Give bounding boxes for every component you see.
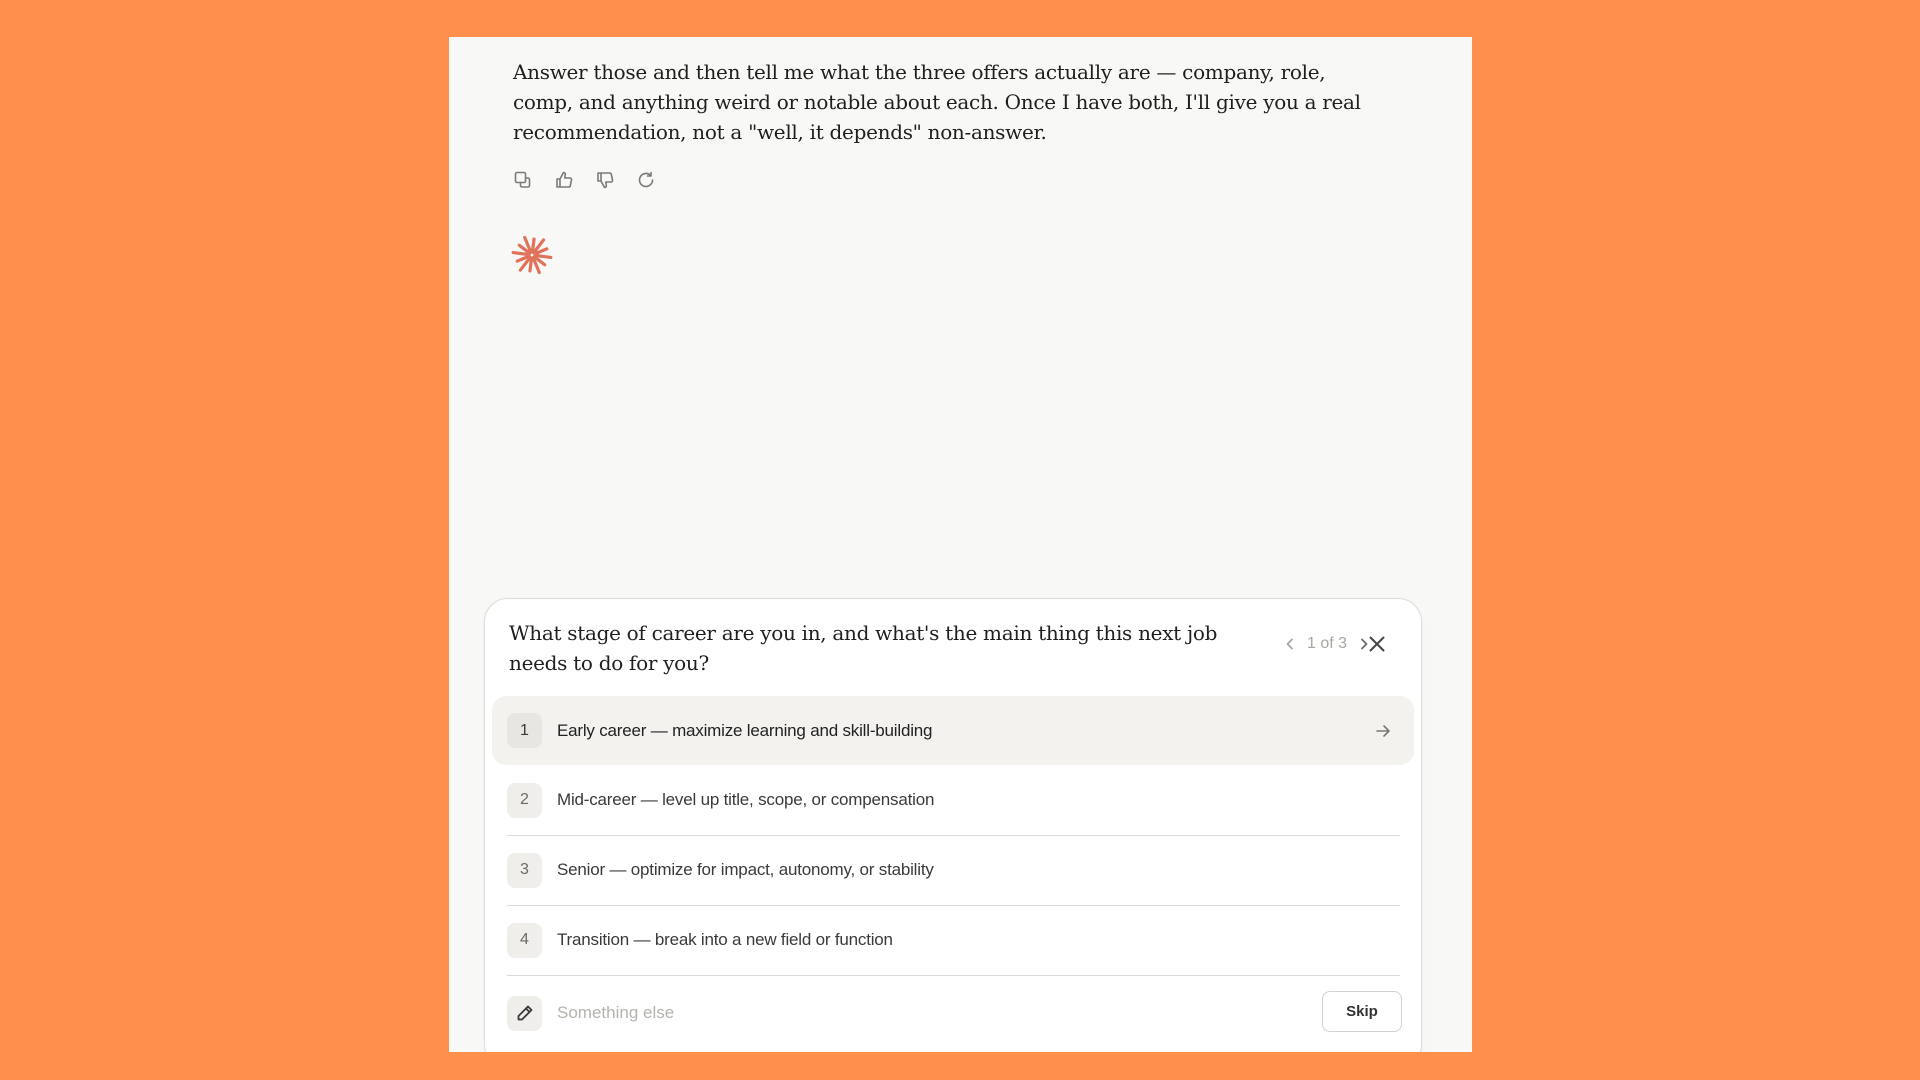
answer-options: 1 Early career — maximize learning and s… (492, 696, 1414, 976)
retry-icon (636, 170, 656, 195)
question-text: What stage of career are you in, and wha… (509, 621, 1218, 675)
something-else-input[interactable] (557, 1003, 1257, 1023)
option-4[interactable]: 4 Transition — break into a new field or… (492, 905, 1414, 976)
option-2[interactable]: 2 Mid-career — level up title, scope, or… (492, 765, 1414, 836)
close-button[interactable] (1364, 631, 1390, 657)
close-icon (1369, 636, 1385, 652)
option-label: Transition — break into a new field or f… (557, 930, 893, 949)
pager-prev-button[interactable] (1283, 637, 1297, 651)
chat-panel: Answer those and then tell me what the t… (449, 37, 1472, 1052)
question-card: What stage of career are you in, and wha… (484, 598, 1422, 1052)
message-actions (511, 170, 658, 194)
option-3[interactable]: 3 Senior — optimize for impact, autonomy… (492, 835, 1414, 906)
option-1[interactable]: 1 Early career — maximize learning and s… (492, 696, 1414, 765)
arrow-right-icon (1374, 722, 1392, 740)
thumbs-up-icon (554, 170, 574, 195)
thumbs-down-button[interactable] (593, 170, 617, 194)
assistant-message: Answer those and then tell me what the t… (513, 60, 1361, 144)
option-number: 1 (507, 713, 542, 748)
pager-count: 1 of 3 (1307, 635, 1348, 652)
option-number: 2 (507, 782, 542, 818)
question-pager: 1 of 3 (1283, 635, 1371, 653)
option-label: Mid-career — level up title, scope, or c… (557, 790, 935, 809)
option-number: 3 (507, 852, 542, 888)
pencil-icon (517, 1005, 532, 1021)
thumbs-up-button[interactable] (552, 170, 576, 194)
option-number: 4 (507, 922, 542, 958)
option-label: Senior — optimize for impact, autonomy, … (557, 860, 934, 879)
edit-button[interactable] (507, 995, 542, 1031)
something-else-row: Skip (507, 991, 1402, 1035)
copy-icon (513, 170, 533, 195)
option-label: Early career — maximize learning and ski… (557, 720, 933, 740)
skip-button[interactable]: Skip (1322, 991, 1402, 1032)
claude-spark-icon (511, 235, 553, 275)
chevron-left-icon (1286, 638, 1293, 650)
retry-button[interactable] (634, 170, 658, 194)
copy-button[interactable] (511, 170, 535, 194)
thumbs-down-icon (595, 170, 615, 195)
divider (507, 974, 1400, 976)
